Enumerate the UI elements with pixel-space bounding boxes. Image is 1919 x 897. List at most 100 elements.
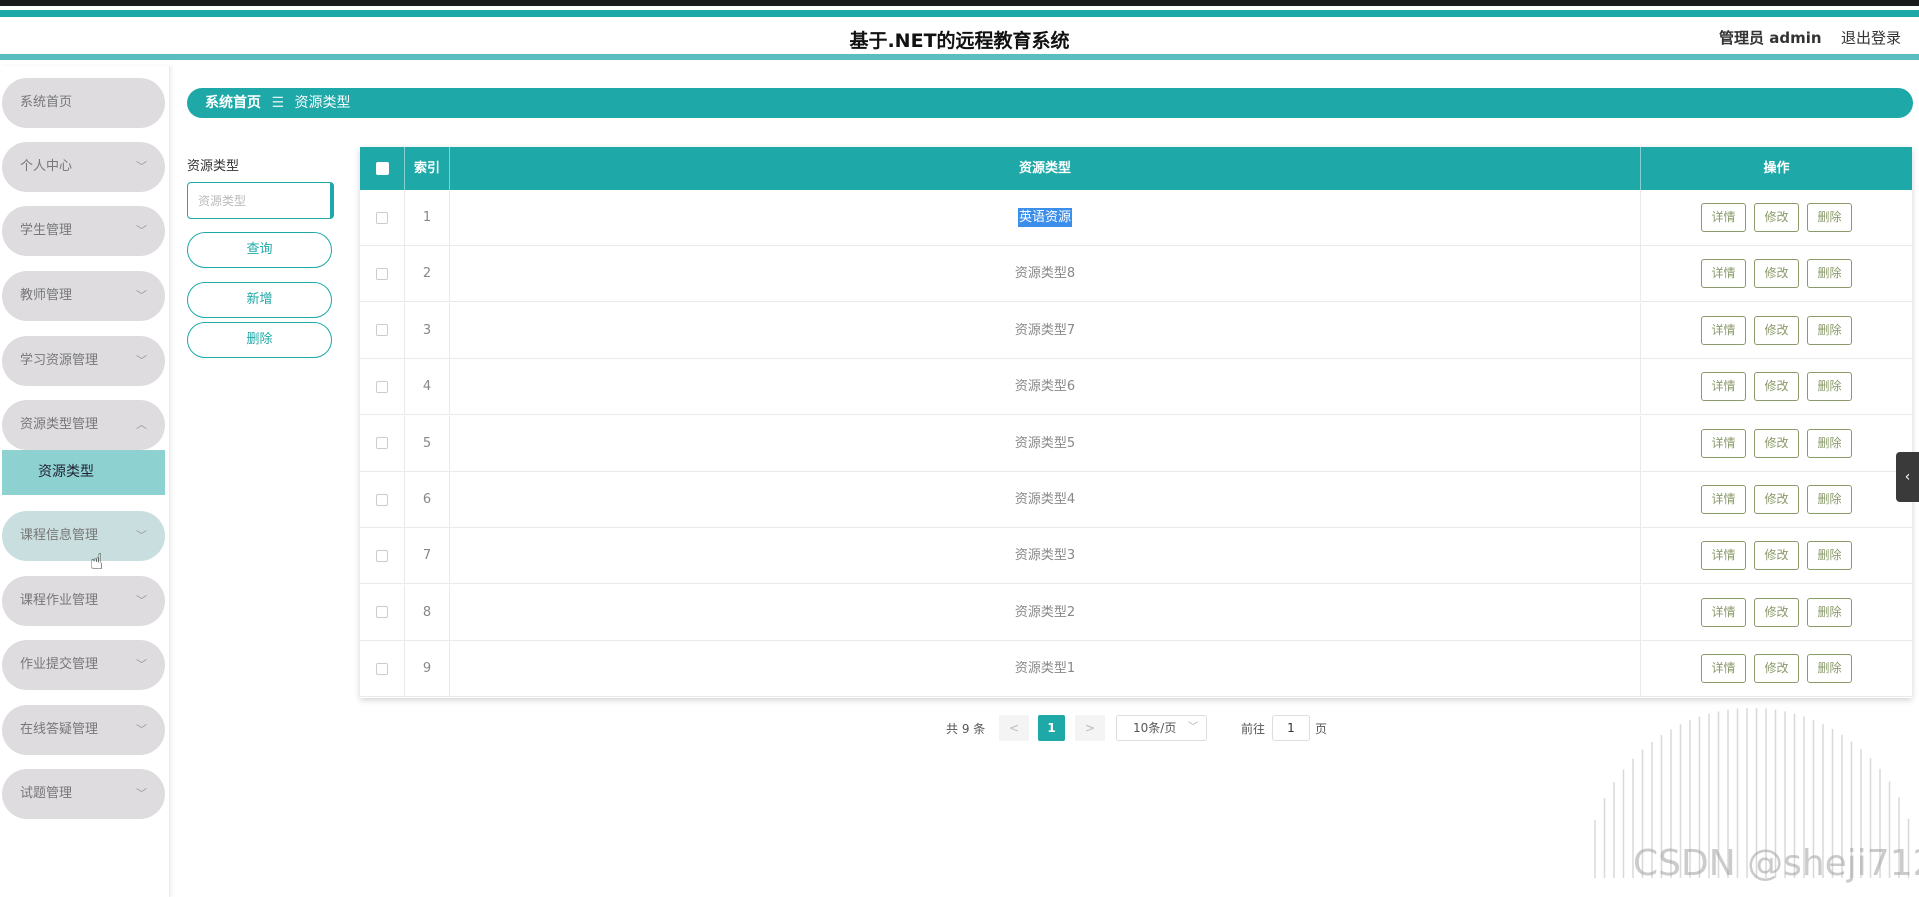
chevron-down-icon: ﹀ [136, 529, 147, 542]
row-checkbox[interactable] [376, 549, 388, 562]
table-row: 9 资源类型1 详情 修改 删除 [360, 641, 1912, 698]
watermark: CSDN @sheji712 [1633, 843, 1919, 884]
row-checkbox[interactable] [376, 211, 388, 224]
sidebar-item[interactable]: 资源类型管理 ︿ [2, 400, 165, 450]
chevron-down-icon: ﹀ [136, 289, 147, 302]
app-title: 基于.NET的远程教育系统 [849, 30, 1070, 52]
delete-button[interactable]: 删除 [1807, 203, 1852, 232]
edit-button[interactable]: 修改 [1754, 428, 1799, 458]
table-row: 4 资源类型6 详情 修改 删除 [360, 359, 1912, 416]
sidebar-subitem-resource-type[interactable]: 资源类型 [2, 450, 165, 495]
sidebar-item[interactable]: 试题管理 ﹀ [2, 769, 165, 819]
delete-button[interactable]: 删除 [1807, 541, 1852, 571]
row-ops: 详情 修改 删除 [1641, 303, 1912, 359]
page-1-button[interactable]: 1 [1038, 715, 1065, 741]
chevron-down-icon: ﹀ [136, 160, 147, 173]
detail-button[interactable]: 详情 [1701, 541, 1746, 571]
row-index: 8 [405, 584, 450, 641]
logout-link[interactable]: 退出登录 [1841, 27, 1901, 48]
detail-button[interactable]: 详情 [1701, 428, 1746, 458]
row-index: 2 [405, 246, 450, 303]
table-row: 1 英语资源 详情 修改 删除 [360, 190, 1912, 246]
row-index: 6 [405, 472, 450, 528]
sidebar-item-label: 课程信息管理 [20, 528, 99, 543]
sidebar-item[interactable]: 系统首页 [2, 78, 165, 128]
row-ops: 详情 修改 删除 [1641, 359, 1912, 415]
delete-button[interactable]: 删除 [1807, 315, 1852, 345]
header-ops: 操作 [1763, 161, 1790, 176]
sidebar-item-label: 试题管理 [20, 786, 73, 801]
search-button[interactable]: 查询 [187, 232, 332, 268]
side-drawer-toggle[interactable]: ‹ [1896, 452, 1919, 502]
delete-button[interactable]: 删除 [1807, 428, 1852, 458]
row-index: 3 [405, 302, 450, 359]
next-page-button[interactable]: > [1075, 715, 1105, 741]
breadcrumb: 系统首页 ☰ 资源类型 [187, 88, 1913, 118]
sidebar-item[interactable]: 教师管理 ﹀ [2, 271, 165, 321]
sidebar-item-label: 学习资源管理 [20, 353, 99, 368]
detail-button[interactable]: 详情 [1701, 485, 1746, 514]
row-checkbox[interactable] [376, 267, 388, 280]
row-checkbox[interactable] [376, 324, 388, 337]
batch-delete-button[interactable]: 删除 [187, 322, 332, 358]
sidebar-item[interactable]: 个人中心 ﹀ [2, 142, 165, 192]
prev-page-button[interactable]: < [999, 715, 1029, 741]
detail-button[interactable]: 详情 [1701, 372, 1746, 402]
goto-page-input[interactable]: 1 [1272, 715, 1310, 741]
row-checkbox[interactable] [376, 437, 388, 450]
delete-button[interactable]: 删除 [1807, 597, 1852, 627]
edit-button[interactable]: 修改 [1754, 315, 1799, 345]
edit-button[interactable]: 修改 [1754, 654, 1799, 684]
header-index: 索引 [405, 147, 450, 190]
breadcrumb-home[interactable]: 系统首页 [205, 95, 261, 111]
row-type: 资源类型1 [1014, 661, 1076, 677]
sidebar-item-label: 资源类型管理 [20, 417, 99, 432]
delete-button[interactable]: 删除 [1807, 372, 1852, 402]
row-type-cell: 资源类型2 [450, 584, 1641, 641]
sidebar-item[interactable]: 课程作业管理 ﹀ [2, 576, 165, 626]
edit-button[interactable]: 修改 [1754, 203, 1799, 232]
header-type: 资源类型 [450, 147, 1641, 190]
chevron-left-icon: ‹ [1904, 469, 1911, 485]
row-checkbox[interactable] [376, 606, 388, 619]
detail-button[interactable]: 详情 [1701, 654, 1746, 684]
edit-button[interactable]: 修改 [1754, 485, 1799, 514]
chevron-down-icon: ﹀ [136, 787, 147, 800]
delete-button[interactable]: 删除 [1807, 259, 1852, 289]
add-button[interactable]: 新增 [187, 282, 332, 318]
row-checkbox[interactable] [376, 662, 388, 675]
header: 基于.NET的远程教育系统 管理员 admin 退出登录 [0, 17, 1919, 60]
table-row: 2 资源类型8 详情 修改 删除 [360, 246, 1912, 303]
select-all-checkbox[interactable] [375, 162, 389, 175]
chevron-down-icon: ﹀ [136, 594, 147, 607]
detail-button[interactable]: 详情 [1701, 597, 1746, 627]
chevron-down-icon: ﹀ [1188, 722, 1198, 733]
sidebar-item[interactable]: 学生管理 ﹀ [2, 206, 165, 256]
edit-button[interactable]: 修改 [1754, 597, 1799, 627]
edit-button[interactable]: 修改 [1754, 372, 1799, 402]
edit-button[interactable]: 修改 [1754, 259, 1799, 289]
row-index: 9 [405, 641, 450, 698]
detail-button[interactable]: 详情 [1701, 259, 1746, 289]
row-checkbox[interactable] [376, 493, 388, 506]
detail-button[interactable]: 详情 [1701, 203, 1746, 232]
row-checkbox[interactable] [376, 380, 388, 393]
row-ops: 详情 修改 删除 [1641, 190, 1912, 246]
row-ops: 详情 修改 删除 [1641, 246, 1912, 302]
delete-button[interactable]: 删除 [1807, 654, 1852, 684]
page-size-select[interactable]: 10条/页 ﹀ [1116, 715, 1207, 741]
top-accent-strip [0, 10, 1919, 17]
edit-button[interactable]: 修改 [1754, 541, 1799, 571]
detail-button[interactable]: 详情 [1701, 315, 1746, 345]
sidebar-item[interactable]: 作业提交管理 ﹀ [2, 640, 165, 690]
delete-button[interactable]: 删除 [1807, 485, 1852, 514]
resource-type-input[interactable] [187, 182, 334, 219]
breadcrumb-current: 资源类型 [294, 95, 351, 111]
sidebar-item[interactable]: 在线答疑管理 ﹀ [2, 705, 165, 755]
sidebar-item[interactable]: 学习资源管理 ﹀ [2, 336, 165, 386]
row-ops: 详情 修改 删除 [1641, 585, 1912, 641]
sidebar-item-label: 作业提交管理 [20, 657, 99, 672]
row-type-cell: 资源类型1 [450, 641, 1641, 698]
sidebar-item[interactable]: 课程信息管理 ﹀ [2, 511, 165, 561]
row-type-cell: 资源类型8 [450, 246, 1641, 303]
